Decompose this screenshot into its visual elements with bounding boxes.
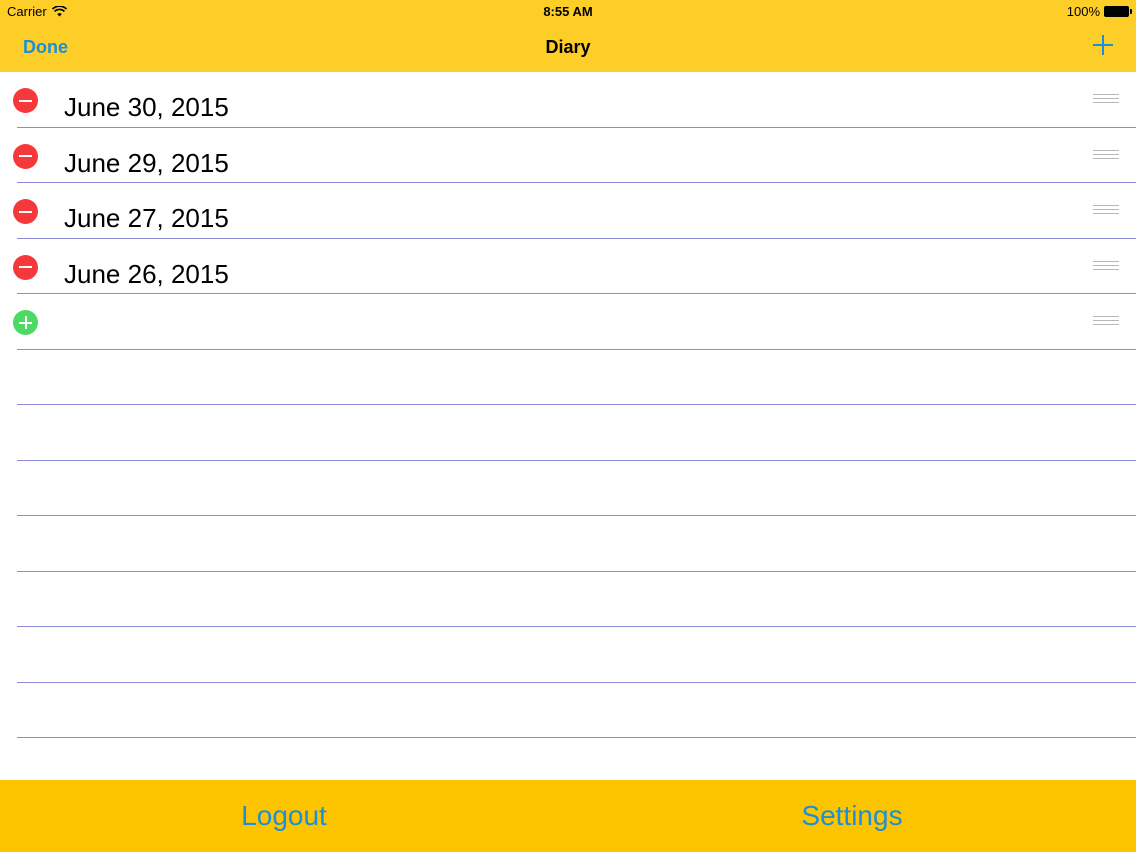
reorder-icon[interactable] bbox=[1093, 205, 1119, 216]
diary-app: Carrier 8:55 AM 100% Done Diary June 30,… bbox=[0, 0, 1136, 852]
status-time: 8:55 AM bbox=[543, 4, 593, 19]
list-item[interactable]: June 30, 2015 bbox=[0, 72, 1136, 128]
top-bar: Carrier 8:55 AM 100% Done Diary bbox=[0, 0, 1136, 72]
entry-label: June 27, 2015 bbox=[64, 203, 229, 233]
done-button[interactable]: Done bbox=[23, 37, 68, 58]
reorder-icon[interactable] bbox=[1093, 260, 1119, 272]
empty-row bbox=[0, 627, 1136, 683]
list-item[interactable]: June 27, 2015 bbox=[0, 183, 1136, 239]
delete-icon[interactable] bbox=[13, 88, 38, 113]
empty-row bbox=[0, 516, 1136, 572]
entry-label: June 26, 2015 bbox=[64, 258, 229, 289]
list-item[interactable]: June 29, 2015 bbox=[0, 128, 1136, 183]
list-item[interactable]: June 26, 2015 bbox=[0, 239, 1136, 294]
delete-icon[interactable] bbox=[13, 254, 38, 280]
status-battery: 100% bbox=[1066, 4, 1132, 19]
empty-row bbox=[0, 683, 1136, 738]
empty-row bbox=[0, 405, 1136, 461]
empty-row bbox=[0, 350, 1136, 405]
entry-label: June 30, 2015 bbox=[64, 92, 229, 122]
delete-icon[interactable] bbox=[13, 199, 38, 224]
settings-button[interactable]: Settings bbox=[568, 780, 1136, 852]
reorder-icon[interactable] bbox=[1093, 316, 1119, 327]
page-title: Diary bbox=[545, 37, 591, 57]
reorder-icon[interactable] bbox=[1093, 149, 1119, 161]
battery-percent: 100% bbox=[1066, 4, 1100, 19]
entry-label: June 29, 2015 bbox=[64, 147, 229, 178]
insert-icon[interactable] bbox=[13, 310, 38, 335]
battery-icon bbox=[1104, 6, 1132, 17]
bottom-toolbar: Logout Settings bbox=[0, 780, 1136, 852]
nav-bar: Done Diary bbox=[0, 24, 1136, 72]
list-item-insert[interactable] bbox=[0, 294, 1136, 350]
plus-icon[interactable] bbox=[1090, 32, 1116, 58]
empty-row bbox=[0, 461, 1136, 516]
logout-button[interactable]: Logout bbox=[0, 780, 568, 852]
row-divider bbox=[17, 737, 1136, 738]
empty-row bbox=[0, 572, 1136, 627]
diary-list: June 30, 2015 June 29, 2015 June 27, 201… bbox=[0, 72, 1136, 780]
status-bar: Carrier 8:55 AM 100% bbox=[0, 0, 1136, 24]
delete-icon[interactable] bbox=[13, 143, 38, 169]
reorder-icon[interactable] bbox=[1093, 94, 1119, 105]
